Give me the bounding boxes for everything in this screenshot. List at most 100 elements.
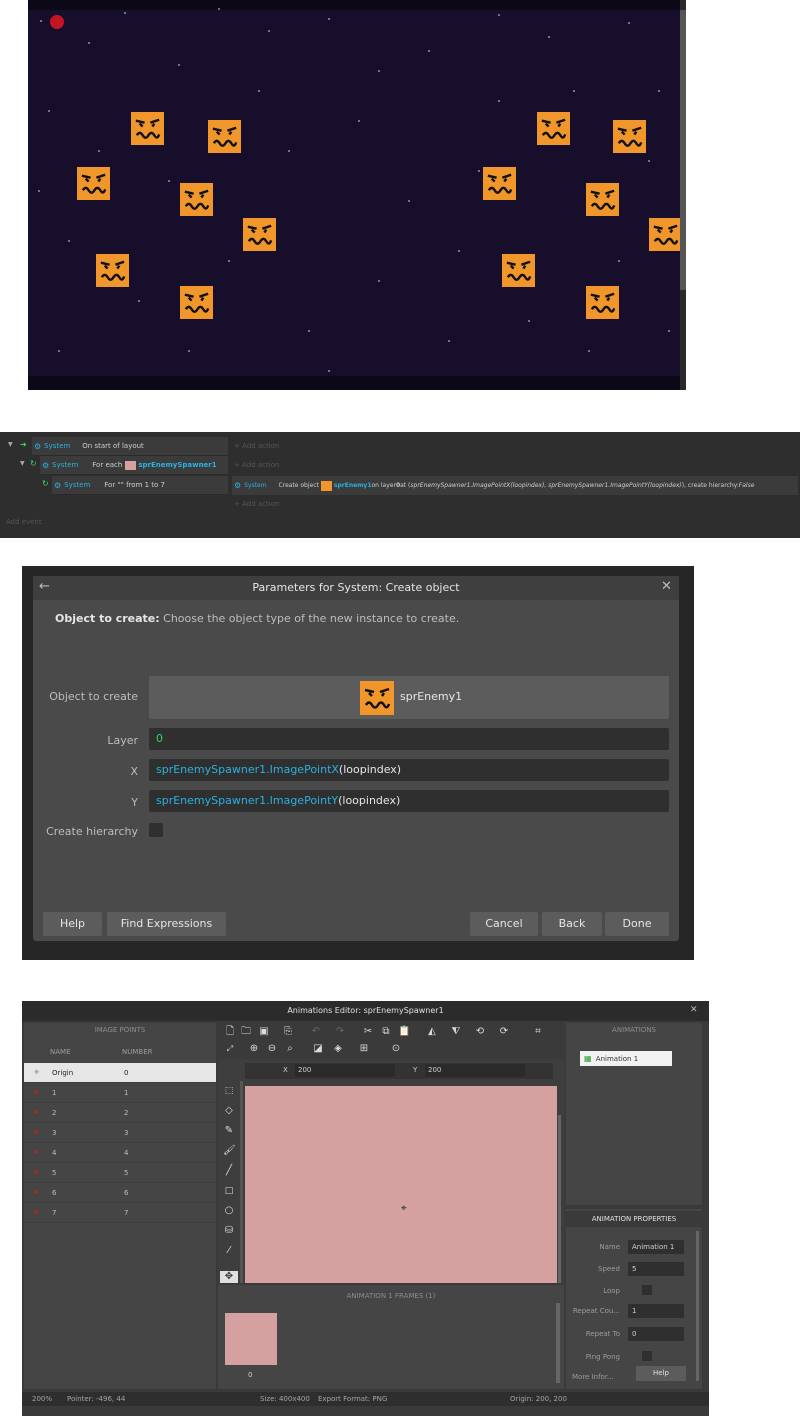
help-button[interactable]: Help xyxy=(43,912,102,936)
star xyxy=(658,90,660,92)
add-action-link[interactable]: + Add action xyxy=(234,442,279,450)
image-point-number: 3 xyxy=(124,1129,129,1137)
new-icon[interactable]: 🗋 xyxy=(224,1026,236,1038)
line-icon[interactable]: ╱ xyxy=(223,1165,235,1177)
flip-horizontal-icon[interactable]: ◭ xyxy=(426,1026,438,1038)
copy-icon[interactable]: ⧉ xyxy=(380,1026,392,1038)
ping-pong-checkbox[interactable] xyxy=(642,1351,652,1361)
close-icon[interactable]: ✕ xyxy=(690,1005,698,1015)
status-bar: 200% Pointer: -496, 44 Size: 400x400 Exp… xyxy=(22,1392,709,1406)
y-field[interactable]: sprEnemySpawner1.ImagePointY(loopindex) xyxy=(149,790,669,812)
collapse-arrow-icon[interactable]: ▼ xyxy=(8,441,13,448)
loop-checkbox[interactable] xyxy=(642,1285,652,1295)
grid-icon[interactable]: ⊞ xyxy=(358,1043,370,1055)
brush-icon[interactable]: 🖌 xyxy=(223,1145,236,1157)
layer-field[interactable]: 0 xyxy=(149,728,669,750)
object-picker[interactable]: sprEnemy1 xyxy=(149,676,669,719)
zoom-in-icon[interactable]: ⊕ xyxy=(248,1043,260,1055)
canvas-scrollbar[interactable] xyxy=(558,1115,561,1283)
cut-icon[interactable]: ✂ xyxy=(362,1026,374,1038)
folder-icon[interactable]: 🗀 xyxy=(240,1026,252,1038)
find-expressions-button[interactable]: Find Expressions xyxy=(107,912,226,936)
animation-item[interactable]: ▦ Animation 1 xyxy=(580,1051,672,1066)
done-button[interactable]: Done xyxy=(605,912,669,936)
image-point-row[interactable]: ✖ 2 2 xyxy=(24,1103,216,1123)
add-action-link[interactable]: + Add action xyxy=(234,500,279,508)
select-icon[interactable]: ⬚ xyxy=(223,1085,235,1097)
undo-icon[interactable]: ↶ xyxy=(310,1026,322,1038)
zoom-out-icon[interactable]: ⊖ xyxy=(266,1043,278,1055)
image-point-tool-icon[interactable]: ✥ xyxy=(220,1271,238,1283)
preview-scrollbar-thumb[interactable] xyxy=(680,10,686,290)
prop-repeat-to-row: Repeat To 0 xyxy=(566,1326,692,1342)
properties-scrollbar[interactable] xyxy=(696,1231,699,1381)
event-row-2[interactable]: ▼ ↻ ⚙ System For each sprEnemySpawner1 +… xyxy=(0,456,800,475)
rectangle-icon[interactable]: □ xyxy=(223,1185,235,1197)
prop-help-button[interactable]: Help xyxy=(636,1366,686,1381)
frame-thumbnail[interactable] xyxy=(225,1313,277,1365)
export-icon[interactable]: ⎘ xyxy=(282,1026,294,1038)
x-coord-label: X xyxy=(283,1066,288,1074)
image-point-number: 0 xyxy=(124,1069,129,1077)
play-icon[interactable]: ⊙ xyxy=(390,1043,402,1055)
cancel-button[interactable]: Cancel xyxy=(470,912,538,936)
prop-ping-pong-row: Ping Pong xyxy=(566,1349,692,1365)
star xyxy=(478,170,480,172)
close-icon[interactable]: ✕ xyxy=(661,579,672,594)
object-name: sprEnemy1 xyxy=(400,690,463,703)
paste-icon[interactable]: 📋 xyxy=(398,1026,410,1038)
rotate-cw-icon[interactable]: ⟳ xyxy=(498,1026,510,1038)
background-icon[interactable]: ◪ xyxy=(312,1043,324,1055)
x-field[interactable]: sprEnemySpawner1.ImagePointX(loopindex) xyxy=(149,759,669,781)
zoom-reset-icon[interactable]: ⌕ xyxy=(284,1043,296,1055)
pencil-icon[interactable]: ✎ xyxy=(223,1125,235,1137)
action-false: False xyxy=(738,482,755,489)
image-point-row[interactable]: ✖ 6 6 xyxy=(24,1183,216,1203)
prop-speed-field[interactable]: 5 xyxy=(628,1262,684,1276)
add-action-link[interactable]: + Add action xyxy=(234,461,279,469)
back-button[interactable]: Back xyxy=(542,912,602,936)
enemy-sprite xyxy=(649,218,682,251)
hierarchy-checkbox[interactable] xyxy=(149,823,163,837)
picker-icon[interactable]: ⁄ xyxy=(223,1245,235,1257)
origin-marker-icon[interactable]: ⌖ xyxy=(401,1203,407,1214)
prop-name-field[interactable]: Animation 1 xyxy=(628,1240,684,1254)
image-point-row[interactable]: ✖ 3 3 xyxy=(24,1123,216,1143)
onion-skin-icon[interactable]: ◈ xyxy=(332,1043,344,1055)
image-point-number: 6 xyxy=(124,1189,129,1197)
prop-repeat-to-field[interactable]: 0 xyxy=(628,1327,684,1341)
gear-icon: ⚙ xyxy=(42,460,50,470)
image-point-row[interactable]: ✖ 5 5 xyxy=(24,1163,216,1183)
save-icon[interactable]: ▣ xyxy=(258,1026,270,1038)
image-point-row[interactable]: ✖ 7 7 xyxy=(24,1203,216,1223)
crop-icon[interactable]: ⌗ xyxy=(532,1026,544,1038)
ellipse-icon[interactable]: ○ xyxy=(223,1205,235,1217)
prop-repeat-count-field[interactable]: 1 xyxy=(628,1304,684,1318)
event-row-3[interactable]: ↻ ⚙ System For "" from 1 to 7 ⚙ System C… xyxy=(0,476,800,512)
image-point-row[interactable]: ✖ 1 1 xyxy=(24,1083,216,1103)
redo-icon[interactable]: ↷ xyxy=(334,1026,346,1038)
add-event-link[interactable]: Add event xyxy=(6,518,42,526)
prop-name-row: Name Animation 1 xyxy=(566,1239,692,1255)
enemy-sprite xyxy=(180,286,213,319)
collapse-arrow-icon[interactable]: ▼ xyxy=(20,460,25,467)
image-point-row[interactable]: ✥ Origin 0 xyxy=(24,1063,216,1083)
sprite-canvas[interactable]: ⌖ xyxy=(245,1086,557,1283)
frames-scrollbar[interactable] xyxy=(556,1303,560,1383)
action-create-object[interactable]: ⚙ System Create object sprEnemy1 on laye… xyxy=(232,476,798,495)
image-point-number: 2 xyxy=(124,1109,129,1117)
x-coord-field[interactable]: 200 xyxy=(295,1064,395,1077)
layer-label: Layer xyxy=(107,734,138,747)
tools-scrollbar[interactable] xyxy=(240,1081,243,1283)
y-coord-field[interactable]: 200 xyxy=(425,1064,525,1077)
image-point-row[interactable]: ✖ 4 4 xyxy=(24,1143,216,1163)
resize-icon[interactable]: ⤢ xyxy=(224,1043,236,1055)
fill-icon[interactable]: ⛁ xyxy=(223,1225,235,1237)
column-number: NUMBER xyxy=(122,1048,153,1056)
star xyxy=(588,350,590,352)
eraser-icon[interactable]: ◇ xyxy=(223,1105,235,1117)
rotate-ccw-icon[interactable]: ⟲ xyxy=(474,1026,486,1038)
flip-vertical-icon[interactable]: ⧨ xyxy=(450,1026,462,1038)
event-row-1[interactable]: ▼ ➜ ⚙ System On start of layout + Add ac… xyxy=(0,437,800,456)
animation-item-label: Animation 1 xyxy=(595,1055,639,1063)
